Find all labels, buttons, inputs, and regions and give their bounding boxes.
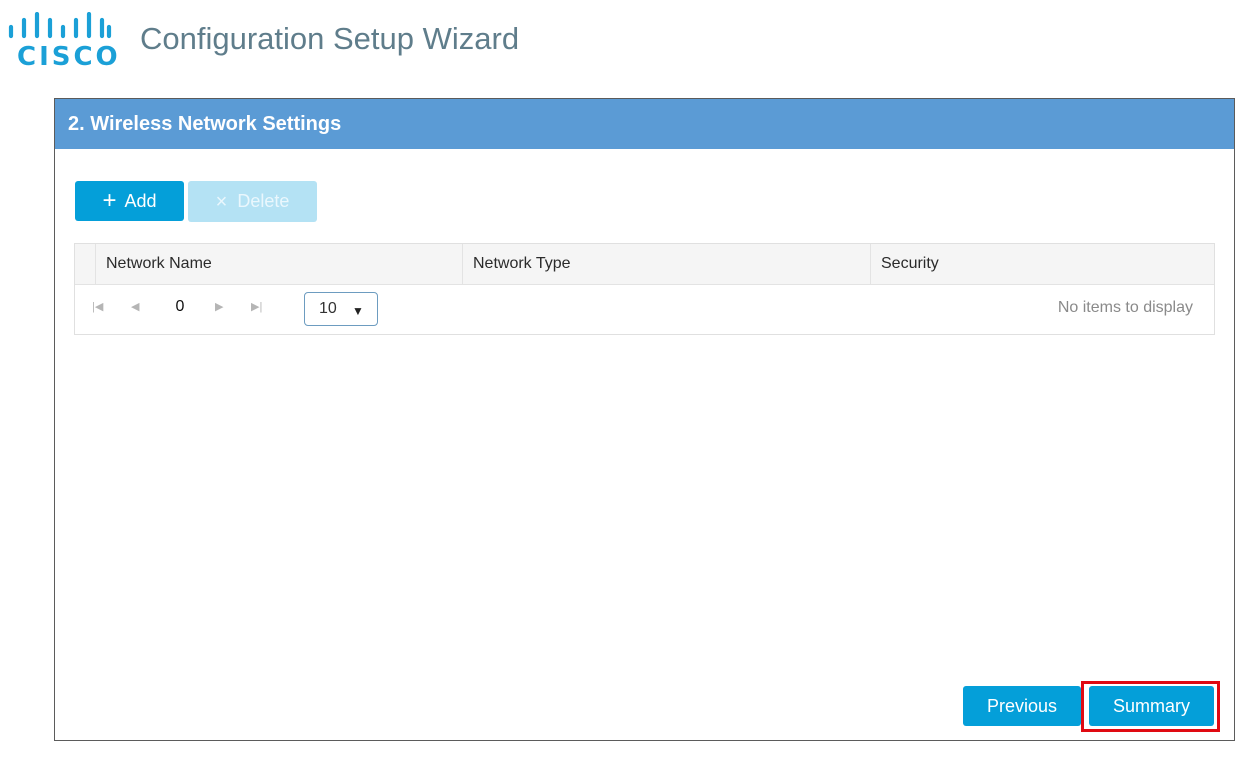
chevron-down-icon: ▼ xyxy=(352,304,364,318)
summary-button[interactable]: Summary xyxy=(1089,686,1214,726)
grid-select-column xyxy=(75,244,96,285)
plus-icon: + xyxy=(102,187,117,214)
add-button[interactable]: + Add xyxy=(75,181,184,221)
previous-button[interactable]: Previous xyxy=(963,686,1081,726)
page-size-select[interactable]: 10 ▼ xyxy=(304,292,378,326)
page-number[interactable]: 0 xyxy=(161,291,199,323)
empty-message: No items to display xyxy=(1057,299,1193,316)
close-icon: × xyxy=(215,190,228,213)
first-page-icon[interactable]: |◀ xyxy=(92,300,103,314)
last-page-icon[interactable]: ▶| xyxy=(251,300,262,314)
network-grid: Network Name Network Type Security |◀ ◀ … xyxy=(74,243,1215,335)
page-title: Configuration Setup Wizard xyxy=(140,21,520,56)
panel-title: 2. Wireless Network Settings xyxy=(68,113,342,135)
page-size-value: 10 xyxy=(319,300,337,317)
delete-button-label: Delete xyxy=(237,191,290,211)
column-header-network-name[interactable]: Network Name xyxy=(96,244,463,285)
delete-button[interactable]: × Delete xyxy=(188,181,317,222)
previous-page-icon[interactable]: ◀ xyxy=(131,300,139,314)
grid-pager: |◀ ◀ 0 ▶ ▶| 10 ▼ No items to display xyxy=(75,285,1214,334)
cisco-logo-bars-icon xyxy=(8,12,112,39)
cisco-logo: CISCO xyxy=(8,12,118,72)
add-button-label: Add xyxy=(124,190,157,211)
grid-header: Network Name Network Type Security xyxy=(75,244,1214,285)
panel-header: 2. Wireless Network Settings xyxy=(55,99,1234,149)
cisco-logo-word: CISCO xyxy=(17,42,121,72)
next-page-icon[interactable]: ▶ xyxy=(215,300,223,314)
column-header-security[interactable]: Security xyxy=(871,244,1214,285)
app-header: CISCO Configuration Setup Wizard xyxy=(0,0,1250,90)
wizard-panel: 2. Wireless Network Settings + Add × Del… xyxy=(54,98,1235,741)
column-header-network-type[interactable]: Network Type xyxy=(463,244,871,285)
